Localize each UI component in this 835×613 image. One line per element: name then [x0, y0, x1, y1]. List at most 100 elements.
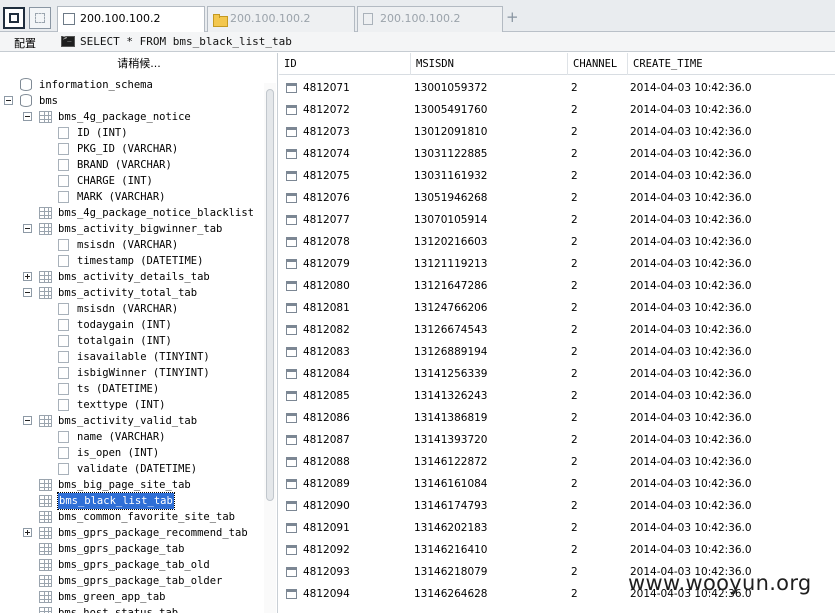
cell-create-time[interactable]: 2014-04-03 10:42:36.0: [630, 517, 752, 539]
cell-create-time[interactable]: 2014-04-03 10:42:36.0: [630, 539, 752, 561]
tree-node[interactable]: bms_big_page_site_tab: [0, 477, 262, 493]
cell-msisdn[interactable]: 13001059372: [414, 77, 488, 99]
tree-node[interactable]: validate (DATETIME): [0, 461, 262, 477]
table-row[interactable]: 4812071 13001059372 2 2014-04-03 10:42:36.0: [279, 77, 835, 99]
table-row[interactable]: 4812074 13031122885 2 2014-04-03 10:42:36.0: [279, 143, 835, 165]
tree-node[interactable]: bms_activity_valid_tab: [0, 413, 262, 429]
column-header-channel[interactable]: CHANNEL: [568, 53, 628, 75]
collapse-icon[interactable]: [23, 416, 32, 425]
table-row[interactable]: 4812075 13031161932 2 2014-04-03 10:42:36.0: [279, 165, 835, 187]
cell-create-time[interactable]: 2014-04-03 10:42:36.0: [630, 165, 752, 187]
tree-node[interactable]: bms_activity_details_tab: [0, 269, 262, 285]
expand-icon[interactable]: [23, 272, 32, 281]
column-header-msisdn[interactable]: MSISDN: [411, 53, 568, 75]
cell-channel[interactable]: 2: [571, 143, 578, 165]
cell-channel[interactable]: 2: [571, 385, 578, 407]
cell-channel[interactable]: 2: [571, 495, 578, 517]
table-row[interactable]: 4812080 13121647286 2 2014-04-03 10:42:36.0: [279, 275, 835, 297]
cell-id[interactable]: 4812076: [303, 187, 350, 209]
column-header-id[interactable]: ID: [279, 53, 411, 75]
cell-msisdn[interactable]: 13051946268: [414, 187, 488, 209]
tree-node[interactable]: bms_black_list_tab: [0, 492, 262, 510]
expand-icon[interactable]: [23, 528, 32, 537]
table-row[interactable]: 4812087 13141393720 2 2014-04-03 10:42:36.0: [279, 429, 835, 451]
cell-msisdn[interactable]: 13126889194: [414, 341, 488, 363]
table-row[interactable]: 4812084 13141256339 2 2014-04-03 10:42:36.0: [279, 363, 835, 385]
cell-channel[interactable]: 2: [571, 99, 578, 121]
cell-msisdn[interactable]: 13121647286: [414, 275, 488, 297]
cell-id[interactable]: 4812087: [303, 429, 350, 451]
tab-session-files[interactable]: 200.100.100.2: [207, 6, 355, 32]
cell-channel[interactable]: 2: [571, 297, 578, 319]
cell-msisdn[interactable]: 13146218079: [414, 561, 488, 583]
table-row[interactable]: 4812082 13126674543 2 2014-04-03 10:42:36.0: [279, 319, 835, 341]
table-row[interactable]: 4812091 13146202183 2 2014-04-03 10:42:36.0: [279, 517, 835, 539]
tree-node[interactable]: bms: [0, 93, 262, 109]
cell-channel[interactable]: 2: [571, 539, 578, 561]
tree-node[interactable]: BRAND (VARCHAR): [0, 157, 262, 173]
tree-node[interactable]: bms_green_app_tab: [0, 589, 262, 605]
tree-node[interactable]: bms_gprs_package_tab_old: [0, 557, 262, 573]
tree-node[interactable]: bms_4g_package_notice_blacklist: [0, 205, 262, 221]
cell-id[interactable]: 4812092: [303, 539, 350, 561]
table-row[interactable]: 4812085 13141326243 2 2014-04-03 10:42:36.0: [279, 385, 835, 407]
cell-id[interactable]: 4812091: [303, 517, 350, 539]
tree-node[interactable]: MARK (VARCHAR): [0, 189, 262, 205]
dashed-window-icon[interactable]: [29, 7, 51, 29]
cell-msisdn[interactable]: 13146122872: [414, 451, 488, 473]
window-layout-icon[interactable]: [3, 7, 25, 29]
cell-msisdn[interactable]: 13141393720: [414, 429, 488, 451]
cell-msisdn[interactable]: 13070105914: [414, 209, 488, 231]
table-row[interactable]: 4812081 13124766206 2 2014-04-03 10:42:36.0: [279, 297, 835, 319]
cell-create-time[interactable]: 2014-04-03 10:42:36.0: [630, 451, 752, 473]
tree-node[interactable]: bms_gprs_package_recommend_tab: [0, 525, 262, 541]
cell-id[interactable]: 4812073: [303, 121, 350, 143]
cell-msisdn[interactable]: 13146216410: [414, 539, 488, 561]
tree-filter[interactable]: 请稍候...: [0, 53, 277, 75]
tree-node[interactable]: msisdn (VARCHAR): [0, 237, 262, 253]
tree-node[interactable]: bms_common_favorite_site_tab: [0, 509, 262, 525]
cell-create-time[interactable]: 2014-04-03 10:42:36.0: [630, 209, 752, 231]
cell-msisdn[interactable]: 13126674543: [414, 319, 488, 341]
cell-channel[interactable]: 2: [571, 517, 578, 539]
config-button[interactable]: 配置: [14, 35, 36, 51]
tree-node[interactable]: is_open (INT): [0, 445, 262, 461]
cell-id[interactable]: 4812082: [303, 319, 350, 341]
cell-create-time[interactable]: 2014-04-03 10:42:36.0: [630, 297, 752, 319]
cell-channel[interactable]: 2: [571, 583, 578, 605]
cell-msisdn[interactable]: 13124766206: [414, 297, 488, 319]
tree-node[interactable]: texttype (INT): [0, 397, 262, 413]
table-row[interactable]: 4812088 13146122872 2 2014-04-03 10:42:36.0: [279, 451, 835, 473]
cell-channel[interactable]: 2: [571, 473, 578, 495]
tree-node[interactable]: msisdn (VARCHAR): [0, 301, 262, 317]
cell-create-time[interactable]: 2014-04-03 10:42:36.0: [630, 363, 752, 385]
table-row[interactable]: 4812076 13051946268 2 2014-04-03 10:42:36.0: [279, 187, 835, 209]
tree-node[interactable]: CHARGE (INT): [0, 173, 262, 189]
cell-create-time[interactable]: 2014-04-03 10:42:36.0: [630, 187, 752, 209]
sql-query-text[interactable]: SELECT * FROM bms_black_list_tab: [80, 35, 292, 48]
cell-channel[interactable]: 2: [571, 253, 578, 275]
tree-node[interactable]: bms_gprs_package_tab_older: [0, 573, 262, 589]
tree-node[interactable]: isbigWinner (TINYINT): [0, 365, 262, 381]
tree-node[interactable]: PKG_ID (VARCHAR): [0, 141, 262, 157]
cell-channel[interactable]: 2: [571, 341, 578, 363]
cell-create-time[interactable]: 2014-04-03 10:42:36.0: [630, 473, 752, 495]
collapse-icon[interactable]: [23, 288, 32, 297]
table-row[interactable]: 4812092 13146216410 2 2014-04-03 10:42:36.0: [279, 539, 835, 561]
cell-id[interactable]: 4812083: [303, 341, 350, 363]
cell-id[interactable]: 4812072: [303, 99, 350, 121]
cell-create-time[interactable]: 2014-04-03 10:42:36.0: [630, 231, 752, 253]
scrollbar-thumb[interactable]: [266, 89, 274, 501]
table-row[interactable]: 4812078 13120216603 2 2014-04-03 10:42:36.0: [279, 231, 835, 253]
cell-create-time[interactable]: 2014-04-03 10:42:36.0: [630, 77, 752, 99]
cell-channel[interactable]: 2: [571, 275, 578, 297]
cell-msisdn[interactable]: 13031161932: [414, 165, 488, 187]
cell-channel[interactable]: 2: [571, 231, 578, 253]
cell-create-time[interactable]: 2014-04-03 10:42:36.0: [630, 495, 752, 517]
cell-channel[interactable]: 2: [571, 121, 578, 143]
tree-node[interactable]: timestamp (DATETIME): [0, 253, 262, 269]
table-row[interactable]: 4812089 13146161084 2 2014-04-03 10:42:36.0: [279, 473, 835, 495]
cell-channel[interactable]: 2: [571, 77, 578, 99]
table-row[interactable]: 4812079 13121119213 2 2014-04-03 10:42:36.0: [279, 253, 835, 275]
tab-session-terminal[interactable]: 200.100.100.2: [57, 6, 205, 33]
